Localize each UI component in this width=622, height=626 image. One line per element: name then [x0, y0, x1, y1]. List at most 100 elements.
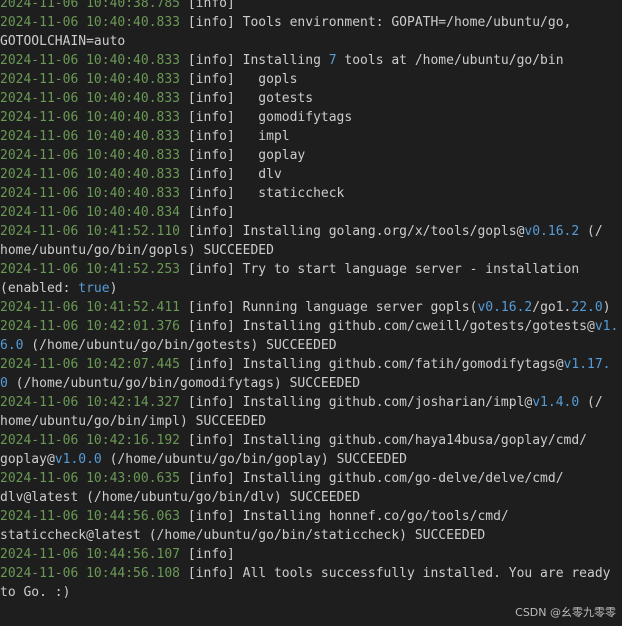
log-level: [info] — [180, 319, 235, 334]
log-line: 2024-11-06 10:44:56.108 [info] All tools… — [0, 564, 616, 583]
log-level: [info] — [180, 15, 235, 30]
log-line: 2024-11-06 10:40:40.833 [info] gopls — [0, 70, 616, 89]
log-level: [info] — [180, 357, 235, 372]
log-level: [info] — [180, 129, 235, 144]
log-timestamp: 2024-11-06 10:40:40.833 — [0, 167, 181, 182]
log-level: [info] — [180, 53, 235, 68]
log-message: (/home/ubuntu/go/bin/gotests) SUCCEEDED — [23, 338, 337, 353]
log-message: Tools environment: GOPATH=/home/ubuntu/g… — [234, 15, 572, 30]
log-message: Installing github.com/haya14busa/goplay/… — [234, 433, 588, 448]
log-level: [info] — [180, 167, 235, 182]
log-timestamp: 2024-11-06 10:40:40.833 — [0, 148, 181, 163]
log-message: /go1. — [532, 300, 572, 315]
log-level: [info] — [180, 91, 235, 106]
log-version: v0.16.2 — [477, 300, 533, 315]
log-version: v1.17. — [563, 357, 611, 372]
log-version: 0 — [0, 376, 8, 391]
log-line: 2024-11-06 10:40:40.833 [info] goplay — [0, 146, 616, 165]
log-level: [info] — [180, 110, 235, 125]
log-line: 2024-11-06 10:41:52.411 [info] Running l… — [0, 298, 616, 317]
log-level: [info] — [180, 205, 235, 220]
log-message: (/home/ubuntu/go/bin/gomodifytags) SUCCE… — [7, 376, 361, 391]
output-panel[interactable]: 2024-11-06 10:40:38.785 [info] 2024-11-06… — [0, 0, 622, 626]
log-timestamp: 2024-11-06 10:40:40.833 — [0, 72, 181, 87]
log-level: [info] — [180, 262, 235, 277]
log-message: Installing honnef.co/go/tools/cmd/ — [234, 509, 509, 524]
log-message: goplay@ — [0, 452, 55, 467]
log-level: [info] — [180, 547, 235, 562]
log-timestamp: 2024-11-06 10:40:40.833 — [0, 186, 181, 201]
log-line: GOTOOLCHAIN=auto — [0, 32, 616, 51]
log-level: [info] — [180, 433, 235, 448]
log-line: to Go. :) — [0, 583, 616, 602]
log-timestamp: 2024-11-06 10:40:40.833 — [0, 15, 181, 30]
log-version: 22.0 — [571, 300, 603, 315]
log-line: 0 (/home/ubuntu/go/bin/gomodifytags) SUC… — [0, 374, 616, 393]
log-timestamp: 2024-11-06 10:44:56.107 — [0, 547, 181, 562]
log-timestamp: 2024-11-06 10:43:00.635 — [0, 471, 181, 486]
log-output: 2024-11-06 10:40:38.785 [info] 2024-11-06… — [0, 0, 616, 602]
log-message: Try to start language server - installat… — [234, 262, 580, 277]
log-message: dlv — [234, 167, 282, 182]
log-level: [info] — [180, 566, 235, 581]
log-message: GOTOOLCHAIN=auto — [0, 34, 126, 49]
log-version: v0.16.2 — [524, 224, 580, 239]
log-message: staticcheck@latest (/home/ubuntu/go/bin/… — [0, 528, 486, 543]
log-message: Installing github.com/go-delve/delve/cmd… — [234, 471, 564, 486]
log-version: 7 — [328, 53, 337, 68]
log-level: [info] — [180, 300, 235, 315]
log-version: 6.0 — [0, 338, 24, 353]
log-level: [info] — [180, 509, 235, 524]
log-timestamp: 2024-11-06 10:41:52.253 — [0, 262, 181, 277]
log-line: 2024-11-06 10:40:40.833 [info] impl — [0, 127, 616, 146]
log-timestamp: 2024-11-06 10:42:16.192 — [0, 433, 181, 448]
log-timestamp: 2024-11-06 10:44:56.108 — [0, 566, 181, 581]
log-keyword: true — [78, 281, 110, 296]
log-timestamp: 2024-11-06 10:40:40.833 — [0, 91, 181, 106]
log-line: 2024-11-06 10:43:00.635 [info] Installin… — [0, 469, 616, 488]
log-message: dlv@latest (/home/ubuntu/go/bin/dlv) SUC… — [0, 490, 361, 505]
log-message: impl — [234, 129, 290, 144]
log-level: [info] — [180, 72, 235, 87]
log-message: ) — [109, 281, 118, 296]
log-version: v1. — [594, 319, 616, 334]
log-version: v1.0.0 — [54, 452, 102, 467]
log-message: home/ubuntu/go/bin/gopls) SUCCEEDED — [0, 243, 274, 258]
log-line: 2024-11-06 10:42:16.192 [info] Installin… — [0, 431, 616, 450]
log-level: [info] — [180, 395, 235, 410]
log-message: tools at /home/ubuntu/go/bin — [336, 53, 564, 68]
log-level: [info] — [180, 148, 235, 163]
log-line: 2024-11-06 10:40:40.833 [info] dlv — [0, 165, 616, 184]
log-line: 2024-11-06 10:42:14.327 [info] Installin… — [0, 393, 616, 412]
log-timestamp: 2024-11-06 10:41:52.110 — [0, 224, 181, 239]
log-line: home/ubuntu/go/bin/impl) SUCCEEDED — [0, 412, 616, 431]
log-message: (enabled: — [0, 281, 79, 296]
log-message: gotests — [234, 91, 314, 106]
log-line: 2024-11-06 10:40:40.833 [info] gomodifyt… — [0, 108, 616, 127]
log-message: ) — [602, 300, 611, 315]
log-line: 6.0 (/home/ubuntu/go/bin/gotests) SUCCEE… — [0, 336, 616, 355]
log-level: [info] — [180, 471, 235, 486]
log-line: 2024-11-06 10:40:40.833 [info] staticche… — [0, 184, 616, 203]
log-timestamp: 2024-11-06 10:42:01.376 — [0, 319, 181, 334]
log-timestamp: 2024-11-06 10:40:40.833 — [0, 129, 181, 144]
log-timestamp: 2024-11-06 10:40:38.785 — [0, 0, 181, 11]
log-message: Running language server gopls( — [234, 300, 478, 315]
log-message: Installing github.com/josharian/impl@ — [234, 395, 533, 410]
log-line: 2024-11-06 10:44:56.063 [info] Installin… — [0, 507, 616, 526]
watermark: CSDN @幺零九零零 — [515, 606, 616, 619]
log-line: 2024-11-06 10:40:40.833 [info] Installin… — [0, 51, 616, 70]
log-timestamp: 2024-11-06 10:42:07.445 — [0, 357, 181, 372]
log-message: (/ — [579, 224, 603, 239]
log-message: gomodifytags — [234, 110, 353, 125]
log-level: [info] — [180, 186, 235, 201]
log-line: 2024-11-06 10:41:52.110 [info] Installin… — [0, 222, 616, 241]
log-message: staticcheck — [234, 186, 345, 201]
log-timestamp: 2024-11-06 10:41:52.411 — [0, 300, 181, 315]
log-line: home/ubuntu/go/bin/gopls) SUCCEEDED — [0, 241, 616, 260]
log-line: staticcheck@latest (/home/ubuntu/go/bin/… — [0, 526, 616, 545]
log-timestamp: 2024-11-06 10:40:40.833 — [0, 53, 181, 68]
log-message: Installing github.com/fatih/gomodifytags… — [234, 357, 564, 372]
log-line: 2024-11-06 10:40:40.834 [info] — [0, 203, 616, 222]
log-message: Installing — [234, 53, 329, 68]
